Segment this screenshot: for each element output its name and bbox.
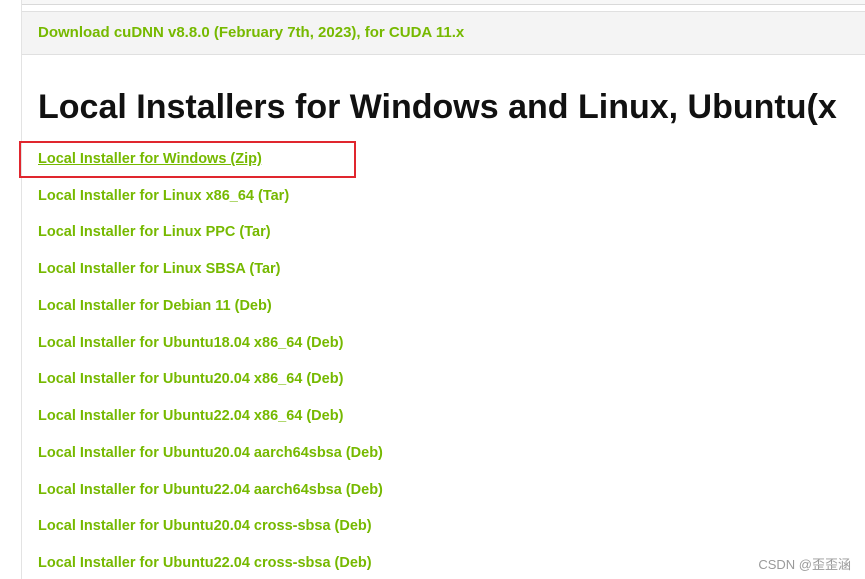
installer-link-ubuntu2204-cross-sbsa-deb[interactable]: Local Installer for Ubuntu22.04 cross-sb… xyxy=(38,555,372,571)
list-item: Local Installer for Ubuntu20.04 x86_64 (… xyxy=(38,370,343,388)
download-section-header: Download cuDNN v8.8.0 (February 7th, 202… xyxy=(22,11,865,55)
list-item: Local Installer for Ubuntu20.04 aarch64s… xyxy=(38,444,383,462)
installer-link-linux-ppc-tar[interactable]: Local Installer for Linux PPC (Tar) xyxy=(38,224,271,240)
installer-link-windows-zip[interactable]: Local Installer for Windows (Zip) xyxy=(38,151,262,167)
installer-link-linux-sbsa-tar[interactable]: Local Installer for Linux SBSA (Tar) xyxy=(38,261,281,277)
installer-link-ubuntu1804-x86-64-deb[interactable]: Local Installer for Ubuntu18.04 x86_64 (… xyxy=(38,335,343,351)
installer-link-ubuntu2204-aarch64sbsa-deb[interactable]: Local Installer for Ubuntu22.04 aarch64s… xyxy=(38,482,383,498)
watermark: CSDN @歪歪涵 xyxy=(758,557,851,572)
download-cudnn-link[interactable]: Download cuDNN v8.8.0 (February 7th, 202… xyxy=(38,24,464,41)
page: Download cuDNN v8.8.0 (February 7th, 202… xyxy=(0,0,865,579)
list-item: Local Installer for Debian 11 (Deb) xyxy=(38,297,272,315)
list-item: Local Installer for Ubuntu22.04 x86_64 (… xyxy=(38,407,343,425)
installer-link-linux-x86-64-tar[interactable]: Local Installer for Linux x86_64 (Tar) xyxy=(38,188,289,204)
installer-link-ubuntu2004-aarch64sbsa-deb[interactable]: Local Installer for Ubuntu20.04 aarch64s… xyxy=(38,445,383,461)
list-item: Local Installer for Ubuntu22.04 aarch64s… xyxy=(38,481,383,499)
previous-section-edge xyxy=(22,0,865,5)
installer-link-ubuntu2204-x86-64-deb[interactable]: Local Installer for Ubuntu22.04 x86_64 (… xyxy=(38,408,343,424)
installer-link-ubuntu2004-cross-sbsa-deb[interactable]: Local Installer for Ubuntu20.04 cross-sb… xyxy=(38,518,372,534)
left-divider xyxy=(21,0,22,579)
list-item: Local Installer for Linux PPC (Tar) xyxy=(38,223,271,241)
list-item: Local Installer for Ubuntu18.04 x86_64 (… xyxy=(38,334,343,352)
installer-link-debian-11-deb[interactable]: Local Installer for Debian 11 (Deb) xyxy=(38,298,272,314)
page-title: Local Installers for Windows and Linux, … xyxy=(38,88,837,126)
list-item: Local Installer for Linux SBSA (Tar) xyxy=(38,260,281,278)
list-item: Local Installer for Linux x86_64 (Tar) xyxy=(38,187,289,205)
installer-link-ubuntu2004-x86-64-deb[interactable]: Local Installer for Ubuntu20.04 x86_64 (… xyxy=(38,371,343,387)
list-item: Local Installer for Ubuntu22.04 cross-sb… xyxy=(38,554,372,572)
list-item: Local Installer for Ubuntu20.04 cross-sb… xyxy=(38,517,372,535)
list-item: Local Installer for Windows (Zip) xyxy=(38,150,262,168)
